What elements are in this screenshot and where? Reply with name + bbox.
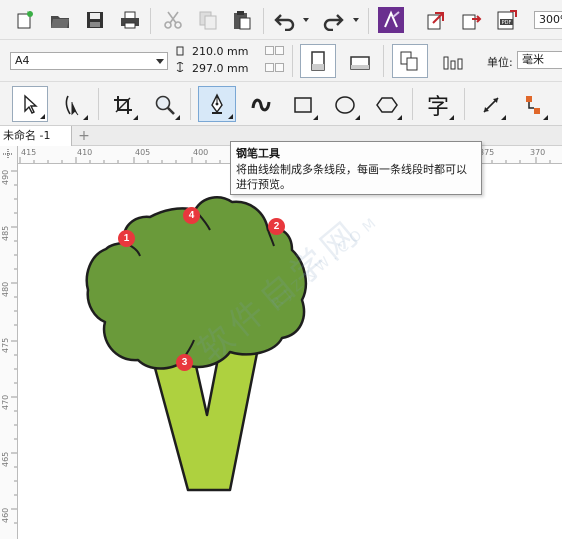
standard-toolbar: PDF 300% xyxy=(0,0,562,40)
pen-tool[interactable] xyxy=(198,86,236,122)
marker-badge: 1 xyxy=(118,230,135,247)
open-folder-icon[interactable] xyxy=(47,7,73,33)
height-spin-down[interactable] xyxy=(265,63,274,72)
launch-icon[interactable] xyxy=(378,7,404,33)
portrait-button[interactable] xyxy=(300,44,336,78)
zoom-tool[interactable] xyxy=(148,88,182,122)
width-spin-down[interactable] xyxy=(265,46,274,55)
pdf-label: PDF xyxy=(502,20,512,26)
ruler-h-label: 405 xyxy=(135,148,151,157)
ruler-v-label: 465 xyxy=(1,451,10,467)
save-icon[interactable] xyxy=(82,7,108,33)
tooltip-title: 钢笔工具 xyxy=(236,147,280,160)
page-height-icon xyxy=(175,61,185,73)
ruler-v-label: 490 xyxy=(1,169,10,185)
undo-icon[interactable] xyxy=(272,7,298,33)
connector-tool[interactable] xyxy=(516,88,550,122)
text-tool-glyph: 字 xyxy=(426,95,449,120)
shape-tool[interactable] xyxy=(56,88,90,122)
height-spin-up[interactable] xyxy=(275,63,284,72)
page-size-select[interactable]: A4 xyxy=(10,52,168,70)
copy-icon[interactable] xyxy=(195,7,221,33)
export-icon[interactable] xyxy=(458,7,484,33)
text-tool[interactable]: 字 xyxy=(420,88,456,122)
polygon-tool[interactable] xyxy=(370,88,404,122)
ruler-origin-icon[interactable] xyxy=(0,146,18,164)
dimension-tool[interactable] xyxy=(474,88,508,122)
property-bar: A4 210.0 mm 297.0 mm 单位: 毫米 xyxy=(0,40,562,82)
pen-tool-tooltip: 钢笔工具 将曲线绘制成多条线段，每画一条线段时都可以进行预览。 xyxy=(230,141,482,195)
new-document-icon[interactable] xyxy=(12,7,38,33)
publish-pdf-icon[interactable]: PDF xyxy=(494,7,520,33)
all-pages-button[interactable] xyxy=(392,44,428,78)
page-width-value[interactable]: 210.0 mm xyxy=(192,45,248,58)
ruler-v-label: 485 xyxy=(1,225,10,241)
chevron-down-icon xyxy=(156,59,164,64)
zoom-level-input[interactable]: 300% xyxy=(534,11,562,29)
ruler-v-label: 480 xyxy=(1,281,10,297)
toolbox: 字 xyxy=(0,82,562,126)
ruler-v-label: 470 xyxy=(1,394,10,410)
width-spin-up[interactable] xyxy=(275,46,284,55)
marker-badge: 2 xyxy=(268,218,285,235)
rectangle-tool[interactable] xyxy=(286,88,320,122)
landscape-button[interactable] xyxy=(342,48,378,76)
ruler-h-label: 415 xyxy=(21,148,37,157)
ruler-h-label: 370 xyxy=(530,148,546,157)
ruler-h-label: 410 xyxy=(77,148,93,157)
artistic-media-tool[interactable] xyxy=(244,88,278,122)
redo-icon[interactable] xyxy=(320,7,346,33)
drawing-canvas[interactable]: 软件自学网 RJZXW.COM xyxy=(18,164,562,539)
unit-label: 单位: xyxy=(487,56,513,69)
ruler-h-label: 400 xyxy=(193,148,209,157)
print-icon[interactable] xyxy=(117,7,143,33)
ruler-v-label: 460 xyxy=(1,507,10,523)
pick-tool[interactable] xyxy=(12,86,48,122)
cut-icon[interactable] xyxy=(160,7,186,33)
redo-dropdown-icon[interactable] xyxy=(353,18,359,22)
page-height-value[interactable]: 297.0 mm xyxy=(192,62,248,75)
marker-badge: 4 xyxy=(183,207,200,224)
ellipse-tool[interactable] xyxy=(328,88,362,122)
ruler-v-label: 475 xyxy=(1,337,10,353)
crop-tool[interactable] xyxy=(106,88,140,122)
vertical-ruler[interactable]: 490 485 480 475 470 465 460 xyxy=(0,163,18,539)
document-tab[interactable]: 未命名 -1 xyxy=(0,126,72,146)
unit-select[interactable]: 毫米 xyxy=(517,51,562,69)
add-document-tab-button[interactable]: + xyxy=(74,126,94,146)
import-icon[interactable] xyxy=(423,7,449,33)
marker-badge: 3 xyxy=(176,354,193,371)
page-width-icon xyxy=(175,46,185,56)
current-page-button[interactable] xyxy=(435,48,471,76)
broccoli-drawing[interactable] xyxy=(18,164,562,539)
broccoli-stem xyxy=(153,346,260,492)
undo-dropdown-icon[interactable] xyxy=(303,18,309,22)
paste-icon[interactable] xyxy=(229,7,255,33)
document-tab-label: 未命名 -1 xyxy=(3,129,51,142)
tooltip-body: 将曲线绘制成多条线段，每画一条线段时都可以进行预览。 xyxy=(236,163,467,191)
